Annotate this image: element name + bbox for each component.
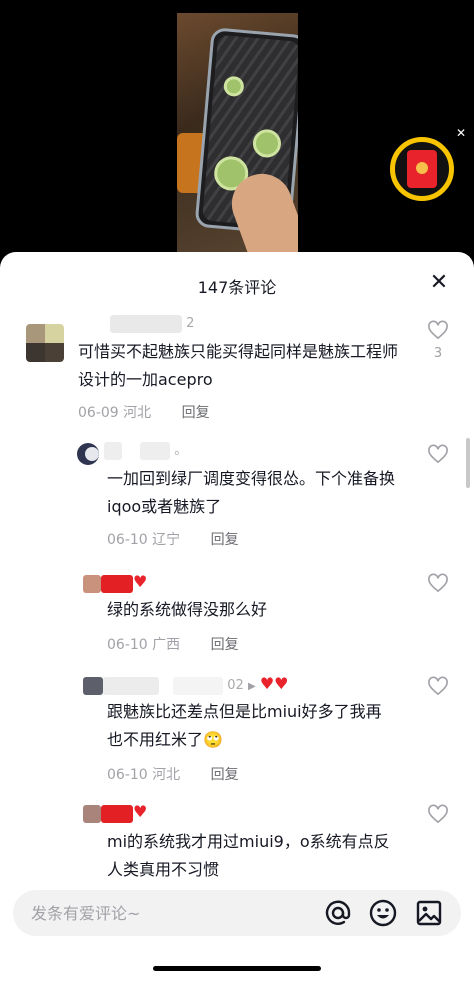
comment-input-bar xyxy=(13,890,461,936)
heart-emoji-icon: ♥♥ xyxy=(259,674,289,693)
comment-text: 一加回到绿厂调度变得很怂。下个准备换iqoo或者魅族了 xyxy=(107,469,396,516)
avatar[interactable] xyxy=(26,324,64,362)
comment-sheet: 147条评论 ✕ 2 可惜买不起魅族只能买得起同样是魅族工程师设计的一加acep… xyxy=(0,252,474,981)
comment-text: mi的系统我才用过miui9，o系统有点反人类真用不习惯 xyxy=(107,832,390,879)
comment-location: 河北 xyxy=(152,767,181,783)
like-button[interactable]: 3 xyxy=(426,320,450,361)
heart-outline-icon xyxy=(428,804,448,824)
heart-outline-icon xyxy=(428,573,448,593)
like-button[interactable] xyxy=(426,676,450,696)
reply-button[interactable]: 回复 xyxy=(211,767,239,783)
like-button[interactable] xyxy=(426,573,450,593)
reply-button[interactable]: 回复 xyxy=(211,532,239,548)
comment-date: 06-10 xyxy=(107,532,148,548)
red-packet-button[interactable] xyxy=(390,137,454,201)
username[interactable]: ♥ xyxy=(83,572,148,593)
like-count: 3 xyxy=(433,346,443,361)
username[interactable]: 2 xyxy=(110,314,194,334)
username[interactable]: 02 ▶ ♥♥ xyxy=(83,674,289,695)
comment-text: 可惜买不起魅族只能买得起同样是魅族工程师设计的一加acepro xyxy=(78,342,399,389)
scrollbar[interactable] xyxy=(466,438,470,488)
red-packet-icon xyxy=(407,150,437,188)
comment-date: 06-10 xyxy=(107,767,148,783)
comment-date: 06-09 xyxy=(78,405,119,421)
comment-location: 河北 xyxy=(123,405,152,421)
video-frame[interactable] xyxy=(177,13,298,263)
comment-text: 跟魅族比还差点但是比miui好多了我再也不用红米了🙄 xyxy=(107,702,382,749)
reply-button[interactable]: 回复 xyxy=(211,637,239,653)
like-button[interactable] xyxy=(426,804,450,824)
reply-button[interactable]: 回复 xyxy=(182,405,210,421)
comment-location: 辽宁 xyxy=(152,532,181,548)
comment-meta: 06-10 辽宁 回复 xyxy=(107,529,239,549)
username[interactable]: ♥ xyxy=(83,802,148,823)
comment-input[interactable] xyxy=(31,890,311,936)
comment-meta: 06-10 河北 回复 xyxy=(107,764,239,784)
play-arrow-icon: ▶ xyxy=(247,681,256,692)
comment-location: 广西 xyxy=(152,637,181,653)
username[interactable]: 。 xyxy=(104,441,187,461)
heart-emoji-icon: ♥ xyxy=(133,572,148,591)
heart-emoji-icon: ♥ xyxy=(133,802,148,821)
heart-outline-icon xyxy=(428,676,448,696)
image-icon[interactable] xyxy=(415,899,443,927)
like-button[interactable] xyxy=(426,444,450,464)
red-packet-close-icon[interactable]: ✕ xyxy=(456,127,466,139)
emoji-icon[interactable] xyxy=(369,899,397,927)
comment-meta: 06-10 广西 回复 xyxy=(107,634,239,654)
heart-outline-icon xyxy=(428,320,448,340)
comment-text: 绿的系统做得没那么好 xyxy=(107,600,268,619)
close-icon[interactable]: ✕ xyxy=(428,272,450,294)
at-icon[interactable] xyxy=(324,899,352,927)
comment-count-title: 147条评论 xyxy=(197,278,277,297)
home-indicator[interactable] xyxy=(153,966,321,971)
comment-date: 06-10 xyxy=(107,637,148,653)
comment-meta: 06-09 河北 回复 xyxy=(78,402,210,422)
heart-outline-icon xyxy=(428,444,448,464)
avatar[interactable] xyxy=(77,443,99,465)
